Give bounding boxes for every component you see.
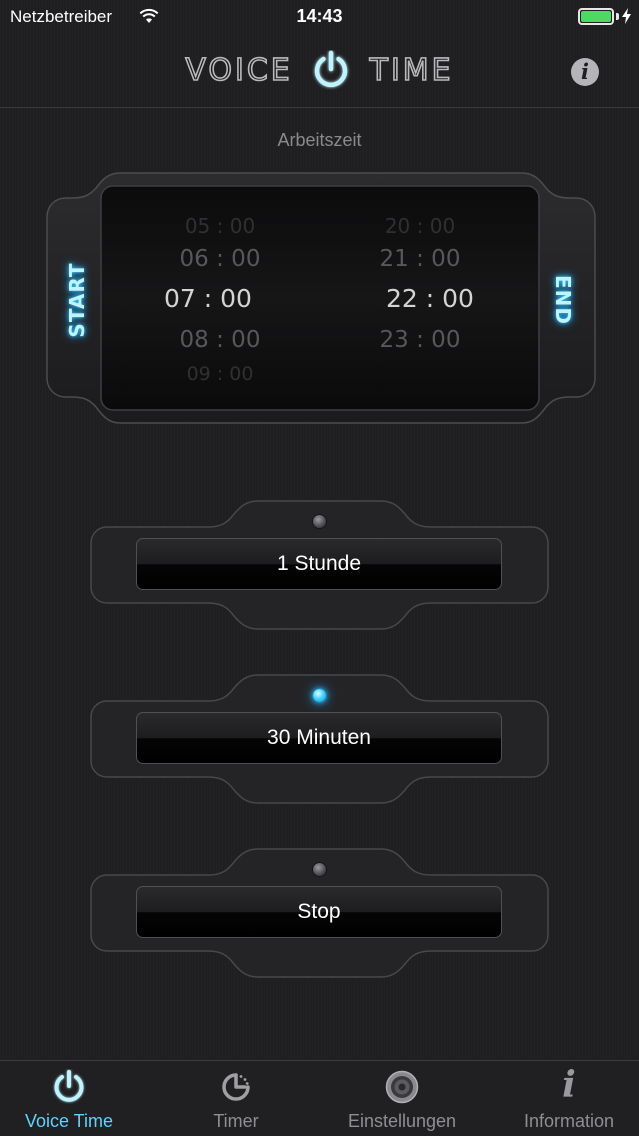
status-led bbox=[313, 515, 326, 528]
tab-label: Information bbox=[523, 1111, 615, 1131]
start-label: START bbox=[65, 262, 89, 338]
start-wheel-option[interactable]: 05 : 00 bbox=[120, 214, 320, 238]
status-led bbox=[313, 863, 326, 876]
work-time-label: Arbeitszeit bbox=[277, 130, 362, 150]
battery-tip bbox=[616, 13, 619, 20]
logo-word-voice: VOICE bbox=[185, 52, 293, 89]
info-button[interactable]: i bbox=[571, 58, 599, 86]
power-logo-icon bbox=[314, 50, 348, 88]
option-one-hour: 1 Stunde bbox=[90, 500, 549, 630]
status-bar: Netzbetreiber 14:43 bbox=[0, 0, 639, 34]
power-icon bbox=[54, 1070, 84, 1102]
tab-information[interactable]: i Information bbox=[489, 1061, 639, 1136]
info-icon: i bbox=[562, 1064, 576, 1106]
status-time: 14:43 bbox=[296, 6, 343, 26]
end-time-wheel[interactable]: 20 : 00 21 : 00 22 : 00 23 : 00 bbox=[320, 188, 520, 408]
end-wheel-option[interactable]: 23 : 00 bbox=[320, 327, 520, 353]
end-label: END bbox=[551, 274, 575, 326]
start-time-wheel[interactable]: 05 : 00 06 : 00 07 : 00 08 : 00 09 : 00 bbox=[120, 188, 320, 408]
timer-icon bbox=[222, 1073, 250, 1101]
tab-einstellungen[interactable]: Einstellungen bbox=[322, 1061, 482, 1136]
tab-timer[interactable]: Timer bbox=[156, 1061, 316, 1136]
end-wheel-option[interactable]: 20 : 00 bbox=[320, 214, 520, 238]
charging-bolt-icon bbox=[622, 8, 631, 24]
battery-icon bbox=[578, 8, 614, 25]
tab-voice-time[interactable]: Voice Time bbox=[0, 1061, 149, 1136]
option-stop: Stop bbox=[90, 848, 549, 978]
end-wheel-selected[interactable]: 22 : 00 bbox=[330, 284, 530, 313]
option-thirty-minutes: 30 Minuten bbox=[90, 674, 549, 804]
app-logo: VOICE TIME bbox=[0, 50, 639, 94]
app-header: VOICE TIME i bbox=[0, 34, 639, 108]
stop-button[interactable]: Stop bbox=[136, 886, 502, 938]
start-wheel-option[interactable]: 08 : 00 bbox=[120, 327, 320, 353]
one-hour-button[interactable]: 1 Stunde bbox=[136, 538, 502, 590]
speaker-icon bbox=[385, 1070, 419, 1104]
end-wheel-option[interactable]: 21 : 00 bbox=[320, 246, 520, 272]
start-wheel-option[interactable]: 09 : 00 bbox=[120, 363, 320, 385]
tab-bar: Voice Time Timer Einstellungen i Informa… bbox=[0, 1060, 639, 1136]
status-led-active bbox=[313, 689, 326, 702]
start-wheel-option[interactable]: 06 : 00 bbox=[120, 246, 320, 272]
logo-word-time: TIME bbox=[369, 52, 454, 89]
start-wheel-selected[interactable]: 07 : 00 bbox=[108, 284, 308, 313]
thirty-minutes-button[interactable]: 30 Minuten bbox=[136, 712, 502, 764]
